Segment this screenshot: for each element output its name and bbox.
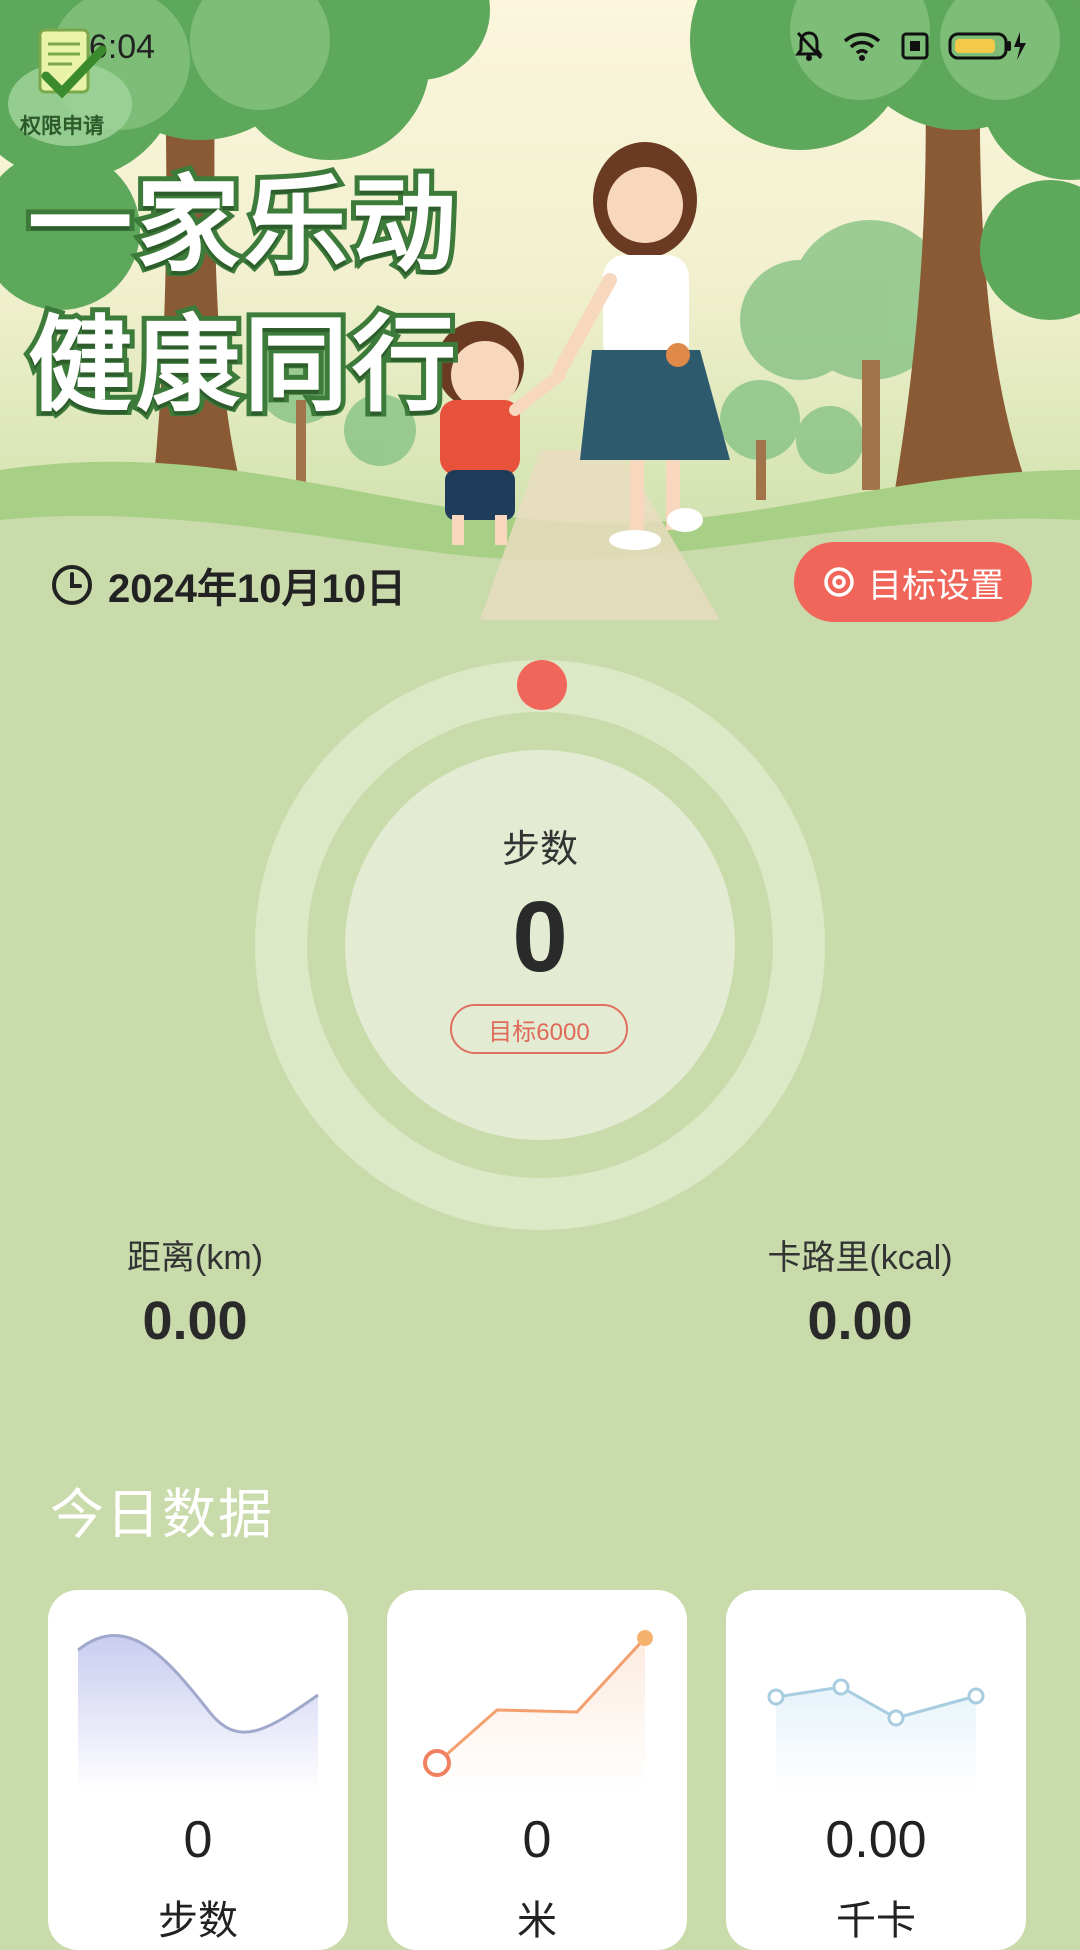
card-steps-value: 0 [183, 1811, 213, 1869]
distance-label: 距离(km) [127, 1239, 263, 1277]
distance-value: 0.00 [142, 1291, 248, 1351]
sim-icon [900, 31, 930, 65]
steps-value: 0 [512, 881, 568, 993]
wifi-icon [842, 30, 882, 66]
slogan-line1: 一家乐动 [23, 163, 461, 289]
card-meters-value: 0 [522, 1811, 552, 1869]
meters-line-chart [423, 1630, 653, 1790]
calorie-value: 0.00 [807, 1291, 913, 1351]
goal-settings-button[interactable]: 目标设置 [794, 542, 1032, 622]
status-bar: 16:04 [0, 0, 1080, 96]
card-calories-value: 0.00 [825, 1811, 927, 1869]
goal-settings-label: 目标设置 [868, 566, 1004, 605]
calorie-label: 卡路里(kcal) [767, 1239, 953, 1277]
progress-indicator-dot [517, 660, 567, 710]
target-icon [824, 567, 854, 597]
card-meters-label: 米 [517, 1899, 557, 1943]
steps-wave-chart [77, 1634, 319, 1790]
card-calories-label: 千卡 [836, 1899, 916, 1943]
hero-banner: 16:04 权限申请 一家乐动 健康同行 2024年10月10日 [0, 0, 1080, 620]
permission-badge-label: 权限申请 [20, 115, 104, 138]
status-icons [794, 30, 1030, 66]
date-row: 2024年10月10日 [50, 556, 406, 614]
battery-charging-icon [948, 30, 1030, 66]
current-date: 2024年10月10日 [108, 567, 406, 611]
calories-line-chart [767, 1678, 985, 1790]
today-data-title: 今日数据 [50, 1485, 274, 1545]
permission-request-badge[interactable]: 权限申请 [6, 20, 134, 148]
clock-icon [52, 565, 92, 605]
card-steps-label: 步数 [158, 1899, 238, 1943]
bell-off-icon [794, 30, 824, 66]
steps-label: 步数 [501, 829, 578, 871]
slogan-line2: 健康同行 [23, 303, 461, 429]
steps-goal-badge: 目标6000 [450, 1004, 628, 1054]
